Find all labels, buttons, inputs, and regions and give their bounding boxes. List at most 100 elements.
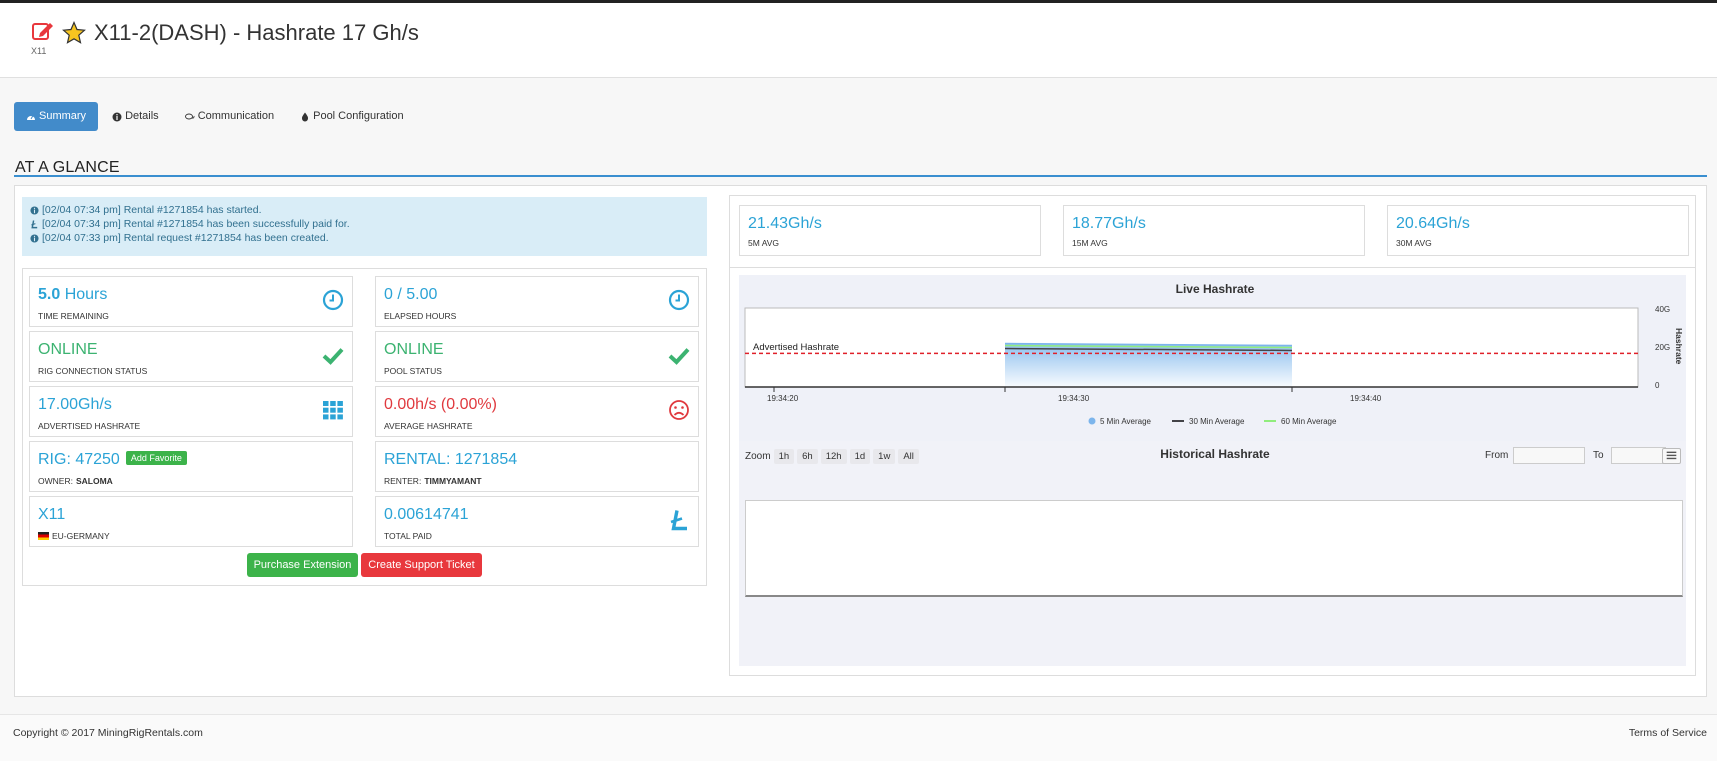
create-support-ticket-button[interactable]: Create Support Ticket [361, 553, 482, 577]
tab-label: Summary [39, 110, 87, 122]
advertised-hashrate-label: Advertised Hashrate [753, 342, 839, 353]
frown-icon [669, 400, 689, 420]
info-icon [30, 205, 39, 215]
from-label: From [1485, 450, 1509, 461]
tab-label: Communication [197, 110, 275, 122]
comments-icon [184, 113, 195, 119]
legend-30min-label: 30 Min Average [1189, 417, 1245, 426]
legend-5min[interactable]: 5 Min Average [1088, 417, 1152, 426]
advertised-hashrate-cell: 17.00Gh/s ADVERTISED HASHRATE [29, 386, 353, 437]
x-tick-label: 19:34:30 [1058, 394, 1090, 403]
rig-id-value: RIG: 47250 Add Favorite [38, 451, 187, 469]
advertised-hashrate-label: ADVERTISED HASHRATE [38, 421, 141, 431]
total-paid-label: TOTAL PAID [384, 531, 432, 541]
page-header: X11 X11-2(DASH) - Hashrate 17 Gh/s [0, 3, 1717, 78]
time-remaining-value: 5.0 Hours [38, 286, 108, 303]
clock-icon [322, 289, 344, 311]
avg-5m-value: 21.43Gh/s [748, 215, 822, 232]
live-chart-title: Live Hashrate [1175, 282, 1255, 296]
chart-menu-button[interactable] [1662, 448, 1681, 464]
region-cell: X11 EU-GERMANY [29, 496, 353, 547]
legend-5min-marker [1088, 417, 1096, 425]
pool-status-value: ONLINE [384, 341, 444, 358]
terms-of-service-link[interactable]: Terms of Service [1629, 727, 1707, 739]
algo-label: X11 [31, 46, 47, 56]
x-tick-label: 19:34:20 [767, 394, 799, 403]
tab-pool-configuration[interactable]: Pool Configuration [288, 102, 416, 131]
alert-text: [02/04 07:33 pm] Rental request #1271854… [42, 232, 329, 244]
rig-id-text[interactable]: RIG: 47250 [38, 451, 120, 468]
page-title: X11-2(DASH) - Hashrate 17 Gh/s [94, 20, 419, 45]
rental-id-value: RENTAL: 1271854 [384, 451, 518, 468]
y-tick-label: 40G [1655, 305, 1670, 314]
check-icon [668, 348, 690, 365]
to-label: To [1593, 450, 1604, 461]
litecoin-icon [31, 219, 38, 228]
avg-30m-card: 20.64Gh/s 30M AVG [1387, 205, 1689, 256]
legend-30min[interactable]: 30 Min Average [1172, 417, 1245, 426]
legend-60min[interactable]: 60 Min Average [1264, 417, 1337, 426]
elapsed-hours-cell: 0 / 5.00 ELAPSED HOURS [375, 276, 699, 327]
tint-icon [302, 112, 309, 121]
historical-chart-title: Historical Hashrate [1160, 447, 1270, 461]
total-paid-cell: 0.00614741 TOTAL PAID [375, 496, 699, 547]
total-paid-value: 0.00614741 [384, 506, 469, 523]
tab-details[interactable]: Details [100, 102, 171, 131]
rental-stats-grid: 5.0 Hours TIME REMAINING 0 / 5.00 ELAPSE… [22, 268, 707, 586]
zoom-6h-button[interactable]: 6h [797, 449, 818, 464]
y-tick-label: 20G [1655, 343, 1670, 352]
clock-icon [668, 289, 690, 311]
rig-cell: RIG: 47250 Add Favorite OWNER: SALOMA [29, 441, 353, 492]
avg-15m-label: 15M AVG [1072, 238, 1108, 248]
zoom-all-button[interactable]: All [898, 449, 919, 464]
algorithm-value: X11 [38, 506, 66, 523]
grid-icon [323, 401, 343, 420]
tab-communication[interactable]: Communication [173, 102, 286, 131]
owner-name[interactable]: SALOMA [76, 476, 113, 486]
tab-summary[interactable]: Summary [14, 102, 99, 131]
average-hashrate-label: AVERAGE HASHRATE [384, 421, 473, 431]
tab-label: Pool Configuration [313, 110, 404, 122]
purchase-extension-button[interactable]: Purchase Extension [247, 553, 358, 577]
zoom-1d-button[interactable]: 1d [849, 449, 871, 464]
info-icon [112, 112, 122, 121]
favorite-star-icon[interactable] [62, 21, 86, 45]
avg-5m-card: 21.43Gh/s 5M AVG [739, 205, 1041, 256]
historical-plot-area [745, 500, 1683, 597]
y-axis-title: Hashrate [1674, 328, 1684, 365]
alert-text: [02/04 07:34 pm] Rental #1271854 has sta… [42, 204, 262, 216]
zoom-12h-button[interactable]: 12h [820, 449, 847, 464]
section-divider [14, 175, 1707, 177]
zoom-label: Zoom [745, 451, 771, 462]
avg-15m-card: 18.77Gh/s 15M AVG [1063, 205, 1365, 256]
zoom-1w-button[interactable]: 1w [873, 449, 896, 464]
zoom-1h-button[interactable]: 1h [773, 449, 795, 464]
dashboard-icon [27, 114, 35, 120]
average-hashrate-cell: 0.00h/s (0.00%) AVERAGE HASHRATE [375, 386, 699, 437]
add-favorite-button[interactable]: Add Favorite [125, 451, 187, 465]
litecoin-icon [670, 510, 687, 531]
edit-icon[interactable] [32, 21, 54, 41]
y-tick-label: 0 [1655, 381, 1660, 390]
avg-5m-label: 5M AVG [748, 238, 780, 248]
alert-item: [02/04 07:34 pm] Rental #1271854 has bee… [30, 217, 699, 231]
tab-bar: Summary Details Communication Pool Confi… [14, 102, 418, 131]
avg-30m-value: 20.64Gh/s [1396, 215, 1470, 232]
live-hashrate-plot: Advertised Hashrate 40G 20G 0 Hashrate 1… [744, 305, 1684, 426]
time-remaining-label: TIME REMAINING [38, 311, 109, 321]
time-remaining-cell: 5.0 Hours TIME REMAINING [29, 276, 353, 327]
rig-connection-cell: ONLINE RIG CONNECTION STATUS [29, 331, 353, 382]
copyright-text: Copyright © 2017 MiningRigRentals.com [13, 727, 203, 739]
x-tick-label: 19:34:40 [1350, 394, 1382, 403]
from-date-input[interactable] [1513, 447, 1585, 464]
renter-label: RENTER: TIMMYAMANT [384, 476, 482, 486]
info-icon [30, 233, 39, 243]
footer [0, 714, 1717, 761]
advertised-hashrate-value: 17.00Gh/s [38, 396, 112, 413]
pool-status-label: POOL STATUS [384, 366, 442, 376]
check-icon [322, 348, 344, 365]
region-label: EU-GERMANY [38, 531, 110, 541]
to-date-input[interactable] [1611, 447, 1666, 464]
avg-15m-value: 18.77Gh/s [1072, 215, 1146, 232]
rental-cell: RENTAL: 1271854 RENTER: TIMMYAMANT [375, 441, 699, 492]
